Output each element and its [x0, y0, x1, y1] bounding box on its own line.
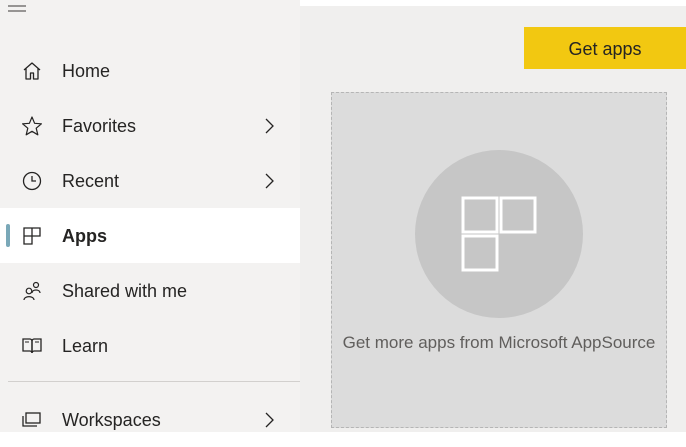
shared-icon: [20, 279, 44, 303]
nav-item-recent[interactable]: Recent: [0, 153, 300, 208]
clock-icon: [20, 169, 44, 193]
home-icon: [20, 59, 44, 83]
nav-item-label: Home: [62, 61, 111, 81]
nav-item-label: Workspaces: [62, 410, 161, 430]
nav-item-workspaces[interactable]: Workspaces: [0, 392, 300, 447]
apps-icon: [20, 224, 44, 248]
nav-item-label: Recent: [62, 171, 120, 191]
nav-item-apps[interactable]: Apps: [0, 208, 300, 263]
star-icon: [20, 114, 44, 138]
sidebar-divider: [8, 381, 300, 382]
workspaces-icon: [20, 408, 44, 432]
chevron-right-icon[interactable]: [262, 114, 278, 138]
get-apps-button[interactable]: Get apps: [524, 27, 686, 69]
nav-item-shared-with-me[interactable]: Shared with me: [0, 263, 300, 318]
appsource-message: Get more apps from Microsoft AppSource: [342, 333, 656, 352]
active-indicator: [6, 224, 10, 247]
nav-item-label: Learn: [62, 336, 109, 356]
get-apps-card[interactable]: Get more apps from Microsoft AppSource: [331, 92, 667, 428]
nav-item-favorites[interactable]: Favorites: [0, 98, 300, 153]
nav-item-learn[interactable]: Learn: [0, 318, 300, 373]
hamburger-menu-icon[interactable]: [6, 2, 30, 16]
nav-item-label: Shared with me: [62, 281, 188, 301]
nav-item-home[interactable]: Home: [0, 43, 300, 98]
nav-item-label: Favorites: [62, 116, 137, 136]
chevron-right-icon[interactable]: [262, 169, 278, 193]
chevron-right-icon[interactable]: [262, 408, 278, 432]
nav-item-label: Apps: [62, 226, 107, 246]
book-icon: [20, 334, 44, 358]
apps-large-icon: [461, 196, 537, 272]
sidebar: Home Favorites Recent Apps Shared with m…: [0, 0, 300, 432]
apps-placeholder-circle: [415, 150, 583, 318]
